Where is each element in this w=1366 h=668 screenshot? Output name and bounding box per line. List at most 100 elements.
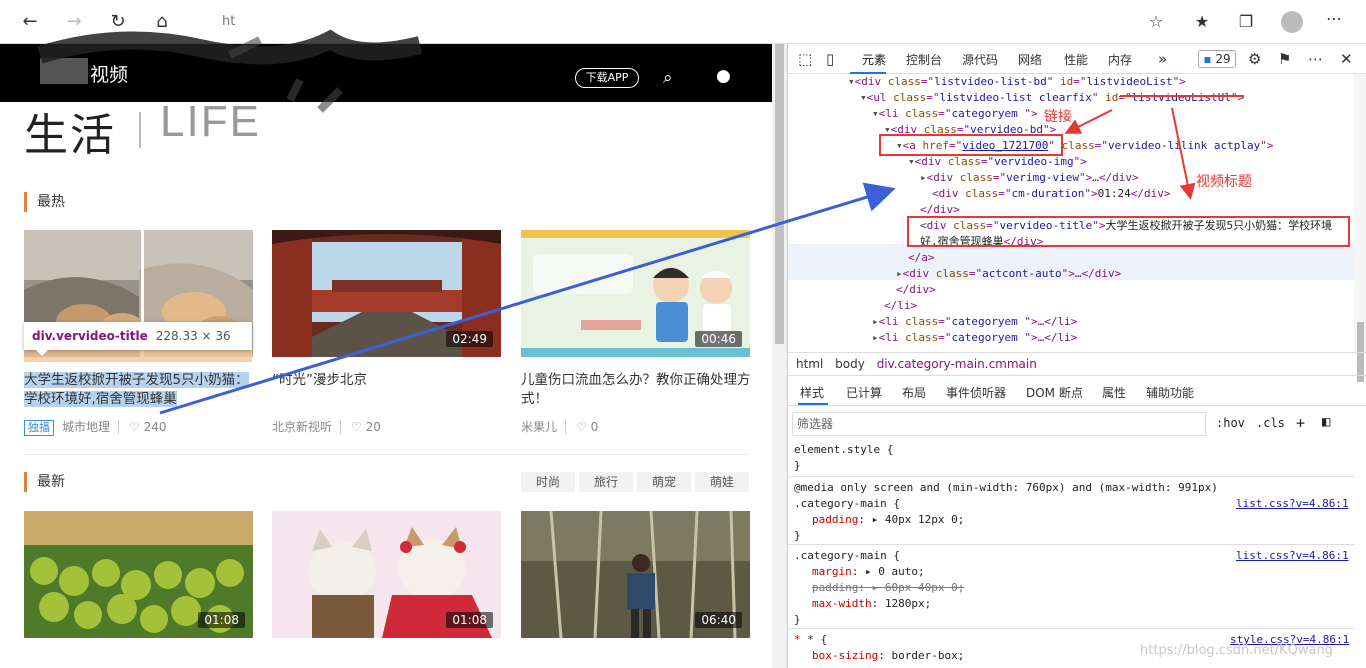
media-query: @media only screen and (min-width: 760px… <box>794 481 1218 494</box>
user-icon[interactable]: ● <box>716 66 731 86</box>
style-declaration[interactable]: padding: ▸ 40px 12px 0; <box>812 512 964 528</box>
video-source[interactable]: 北京新视听 <box>272 420 332 434</box>
video-thumbnail[interactable]: 00:46 <box>521 230 750 357</box>
hov-toggle[interactable]: :hov <box>1216 416 1245 430</box>
dom-node[interactable]: ▸<li class="categoryem ">…</li> <box>872 330 1077 346</box>
tab-accessibility[interactable]: 辅助功能 <box>1146 384 1194 401</box>
video-thumbnail[interactable]: 01:08 <box>272 511 501 638</box>
video-thumbnail[interactable]: 06:40 <box>521 511 750 638</box>
tab-memory[interactable]: 内存 <box>1108 51 1132 68</box>
tab-sources[interactable]: 源代码 <box>962 51 998 68</box>
video-title[interactable]: 儿童伤口流血怎么办？教你正确处理方式！ <box>521 371 751 409</box>
add-favorite-icon[interactable]: ☆ <box>1142 8 1170 36</box>
video-card[interactable]: 02:49 “时光”漫步北京 北京新视听 ♡ 20 <box>272 230 502 435</box>
tab-layout[interactable]: 布局 <box>902 384 926 401</box>
tab-elements[interactable]: 元素 <box>862 51 886 68</box>
home-icon[interactable]: ⌂ <box>148 8 176 36</box>
video-title[interactable]: “时光”漫步北京 <box>272 371 502 409</box>
feedback-icon[interactable]: ⚑ <box>1278 50 1291 68</box>
video-source[interactable]: 城市地理 <box>62 420 110 434</box>
tag-travel[interactable]: 旅行 <box>579 472 633 492</box>
tag-fashion[interactable]: 时尚 <box>521 472 575 492</box>
tag-pets[interactable]: 萌宠 <box>637 472 691 492</box>
more-options-icon[interactable]: ⋯ <box>1308 50 1323 68</box>
dom-node[interactable]: ▾<ul class="listvideo-list clearfix" id=… <box>860 90 1244 106</box>
tab-performance[interactable]: 性能 <box>1064 51 1088 68</box>
dom-node[interactable]: ▸<div class="verimg-view">…</div> <box>920 170 1139 186</box>
download-app-button[interactable]: 下载APP <box>575 68 639 88</box>
dom-scrollbar[interactable] <box>1354 74 1366 382</box>
device-toggle-icon[interactable]: ▯ <box>826 50 834 68</box>
search-icon[interactable]: ⌕ <box>663 68 673 88</box>
style-declaration[interactable]: max-width: 1280px; <box>812 596 931 612</box>
tooltip-caret <box>36 350 48 356</box>
toggle-sidebar-icon[interactable]: ◧ <box>1322 414 1330 430</box>
tab-computed[interactable]: 已计算 <box>846 384 882 401</box>
dom-node[interactable]: ▾<div class="vervideo-img"> <box>908 154 1087 170</box>
settings-icon[interactable]: ⚙ <box>1248 50 1261 68</box>
more-menu-icon[interactable]: ⋯ <box>1326 9 1342 28</box>
logo-text[interactable]: 视频 <box>90 60 128 87</box>
style-declaration[interactable]: margin: ▸ 0 auto; <box>812 564 925 580</box>
video-card[interactable]: 00:46 儿童伤口流血怎么办？教你正确处理方式！ 米果儿 ♡ 0 <box>521 230 751 435</box>
like-count[interactable]: ♡ 240 <box>118 420 167 434</box>
favorites-icon[interactable]: ★ <box>1188 8 1216 36</box>
issues-badge[interactable]: ▪ 29 <box>1198 50 1236 68</box>
dom-node[interactable]: </a> <box>908 250 935 266</box>
heart-icon: ♡ <box>351 420 366 434</box>
address-bar[interactable]: ht <box>192 8 1172 36</box>
video-title[interactable]: 大学生返校掀开被子发现5只小奶猫：学校环境好,宿舍管现蜂巢 <box>24 371 254 409</box>
rule-close: } <box>794 529 801 542</box>
video-duration: 01:08 <box>198 612 245 628</box>
refresh-icon[interactable]: ↻ <box>104 8 132 36</box>
more-tabs-icon[interactable]: » <box>1158 50 1167 68</box>
video-duration: 02:49 <box>446 331 493 347</box>
page-scrollbar-thumb[interactable] <box>775 44 784 344</box>
add-rule-icon[interactable]: + <box>1296 414 1305 432</box>
dom-node[interactable]: </li> <box>884 298 917 314</box>
tab-dom-breakpoints[interactable]: DOM 断点 <box>1026 384 1083 401</box>
rule-selector[interactable]: .category-main { <box>794 548 900 564</box>
dom-node[interactable]: </div> <box>896 282 936 298</box>
watermark: https://blog.csdn.net/KQwang <box>1140 643 1333 658</box>
cls-toggle[interactable]: .cls <box>1256 416 1285 430</box>
logo-redacted <box>40 58 88 84</box>
style-declaration[interactable]: box-sizing: border-box; <box>812 648 964 664</box>
dom-node[interactable]: ▸<li class="categoryem ">…</li> <box>872 314 1077 330</box>
collections-icon[interactable]: ❐ <box>1232 8 1260 36</box>
video-thumbnail[interactable]: 01:08 <box>24 511 253 638</box>
profile-avatar[interactable] <box>1281 11 1303 33</box>
inspect-icon[interactable]: ⬚ <box>798 50 812 68</box>
rule-selector[interactable]: * * { <box>794 632 827 648</box>
dom-node[interactable]: ▸<div class="actcont-auto">…</div> <box>896 266 1121 282</box>
video-card[interactable]: 01:08 <box>24 511 254 638</box>
crumb-category-main[interactable]: div.category-main.cmmain <box>877 357 1037 371</box>
style-rule-element[interactable]: element.style { <box>794 442 893 458</box>
video-source[interactable]: 米果儿 <box>521 420 557 434</box>
video-card[interactable]: 06:40 <box>521 511 751 638</box>
rule-selector[interactable]: .category-main { <box>794 496 900 512</box>
video-card[interactable]: 01:08 <box>272 511 502 638</box>
styles-filter-input[interactable]: 筛选器 <box>792 412 1206 436</box>
like-count[interactable]: ♡ 20 <box>340 420 381 434</box>
crumb-html[interactable]: html <box>796 357 823 371</box>
tab-network[interactable]: 网络 <box>1018 51 1042 68</box>
style-declaration-overridden[interactable]: padding: ▸ 60px 40px 0; <box>812 580 964 596</box>
tab-console[interactable]: 控制台 <box>906 51 942 68</box>
close-icon[interactable]: ✕ <box>1340 50 1353 68</box>
tag-babies[interactable]: 萌娃 <box>695 472 749 492</box>
dom-node[interactable]: ▾<div class="listvideo-list-bd" id="list… <box>848 74 1186 90</box>
forward-icon[interactable]: → <box>60 8 88 36</box>
tab-properties[interactable]: 属性 <box>1102 384 1126 401</box>
video-duration: 06:40 <box>695 612 742 628</box>
back-icon[interactable]: ← <box>16 8 44 36</box>
crumb-body[interactable]: body <box>835 357 865 371</box>
dom-node[interactable]: <div class="cm-duration">01:24</div> <box>932 186 1170 202</box>
screenshot-root: { "browser": { "url_visible_fragment": "… <box>0 0 1366 668</box>
video-thumbnail[interactable]: 02:49 <box>272 230 501 357</box>
tab-event-listeners[interactable]: 事件侦听器 <box>946 384 1006 401</box>
dom-node[interactable]: ▾<li class="categoryem "> <box>872 106 1038 122</box>
like-count[interactable]: ♡ 0 <box>565 420 599 434</box>
page-scrollbar[interactable] <box>772 44 787 668</box>
tab-styles[interactable]: 样式 <box>800 384 824 401</box>
